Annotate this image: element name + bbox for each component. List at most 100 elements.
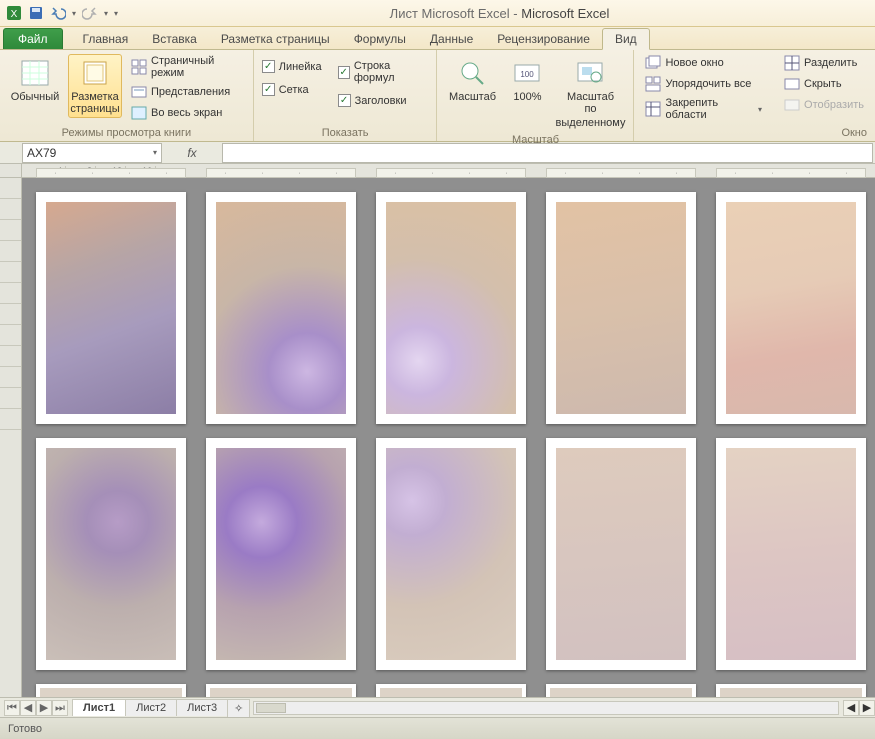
page-ruler: ···· bbox=[716, 168, 866, 178]
name-box-value: AX79 bbox=[27, 146, 56, 160]
page-thumb[interactable] bbox=[36, 438, 186, 670]
excel-app-icon: X bbox=[6, 5, 22, 21]
arrange-label: Упорядочить все bbox=[665, 78, 751, 90]
undo-dropdown-icon[interactable]: ▾ bbox=[72, 9, 76, 18]
scroll-left-button[interactable]: ◀ bbox=[843, 700, 859, 716]
nav-next-button[interactable]: ▶ bbox=[36, 700, 52, 716]
page-thumb[interactable] bbox=[206, 684, 356, 697]
page-layout-button[interactable]: Разметка страницы bbox=[68, 54, 122, 118]
formula-input[interactable] bbox=[222, 143, 873, 163]
hundred-icon: 100 bbox=[511, 57, 543, 89]
page-thumb[interactable] bbox=[546, 438, 696, 670]
full-screen-button[interactable]: Во весь экран bbox=[128, 104, 245, 122]
zoom-button[interactable]: Масштаб bbox=[445, 54, 499, 106]
scroll-right-button[interactable]: ▶ bbox=[859, 700, 875, 716]
group-show-label: Показать bbox=[262, 125, 429, 139]
custom-views-label: Представления bbox=[151, 86, 230, 98]
new-sheet-button[interactable]: ✧ bbox=[227, 699, 250, 717]
nav-first-button[interactable]: ⏮ bbox=[4, 700, 20, 716]
chevron-down-icon[interactable]: ▾ bbox=[153, 148, 157, 157]
qat-customize-icon[interactable]: ▾ bbox=[114, 9, 118, 18]
page-image bbox=[386, 202, 516, 414]
page-thumb[interactable] bbox=[36, 192, 186, 424]
undo-icon[interactable] bbox=[50, 5, 66, 21]
page-ruler: ···· bbox=[36, 168, 186, 178]
normal-view-icon bbox=[19, 57, 51, 89]
page-thumb[interactable] bbox=[206, 192, 356, 424]
title-sep: - bbox=[510, 6, 522, 21]
ruler-label: Линейка bbox=[279, 61, 322, 73]
tab-insert[interactable]: Вставка bbox=[140, 29, 209, 49]
page-break-preview-button[interactable]: Страничный режим bbox=[128, 54, 245, 80]
tab-home[interactable]: Главная bbox=[71, 29, 141, 49]
tab-page-layout[interactable]: Разметка страницы bbox=[209, 29, 342, 49]
page-thumb[interactable] bbox=[716, 684, 866, 697]
zoom-100-button[interactable]: 100 100% bbox=[505, 54, 549, 106]
zoom-sel-label1: Масштаб по bbox=[560, 91, 620, 115]
row-ruler bbox=[0, 178, 22, 697]
select-all-corner[interactable] bbox=[0, 164, 22, 178]
formula-bar-label: Строка формул bbox=[354, 60, 429, 84]
custom-views-button[interactable]: Представления bbox=[128, 83, 245, 101]
gridlines-checkbox[interactable]: ✓Сетка bbox=[262, 81, 322, 98]
hide-button[interactable]: Скрыть bbox=[781, 75, 867, 93]
page-thumb[interactable] bbox=[546, 192, 696, 424]
group-window: Новое окно Упорядочить все Закрепить обл… bbox=[634, 50, 875, 141]
page-thumb[interactable] bbox=[716, 192, 866, 424]
zoom-selection-button[interactable]: Масштаб по выделенному bbox=[555, 54, 625, 132]
horizontal-scrollbar[interactable] bbox=[253, 701, 839, 715]
tab-review[interactable]: Рецензирование bbox=[485, 29, 602, 49]
scrollbar-thumb[interactable] bbox=[256, 703, 286, 713]
page-thumb[interactable] bbox=[376, 684, 526, 697]
fx-icon[interactable]: fx bbox=[181, 146, 203, 160]
worksheet-area: 4 8 12 16 ···· ···· ···· ···· ···· bbox=[0, 164, 875, 697]
freeze-panes-button[interactable]: Закрепить области ▾ bbox=[642, 96, 765, 122]
unhide-label: Отобразить bbox=[804, 99, 864, 111]
sheet-tab[interactable]: Лист1 bbox=[72, 699, 126, 716]
group-workbook-views: Обычный Разметка страницы Страничный реж… bbox=[0, 50, 254, 141]
group-views-label: Режимы просмотра книги bbox=[8, 125, 245, 139]
freeze-label: Закрепить области bbox=[665, 97, 754, 121]
nav-prev-button[interactable]: ◀ bbox=[20, 700, 36, 716]
new-window-icon bbox=[645, 55, 661, 71]
new-window-button[interactable]: Новое окно bbox=[642, 54, 765, 72]
name-box[interactable]: AX79 ▾ bbox=[22, 143, 162, 163]
split-button[interactable]: Разделить bbox=[781, 54, 867, 72]
headings-checkbox[interactable]: ✓Заголовки bbox=[338, 92, 429, 109]
sheet-tab[interactable]: Лист2 bbox=[125, 699, 177, 716]
save-icon[interactable] bbox=[28, 5, 44, 21]
tab-view[interactable]: Вид bbox=[602, 28, 650, 50]
page-ruler: ···· bbox=[376, 168, 526, 178]
tab-data[interactable]: Данные bbox=[418, 29, 485, 49]
normal-view-label: Обычный bbox=[11, 91, 60, 103]
page-layout-surface[interactable] bbox=[22, 178, 875, 697]
page-row bbox=[36, 438, 875, 670]
ruler-checkbox[interactable]: ✓Линейка bbox=[262, 58, 322, 75]
zoom-selection-icon bbox=[574, 57, 606, 89]
arrange-all-button[interactable]: Упорядочить все bbox=[642, 75, 765, 93]
page-thumb[interactable] bbox=[376, 192, 526, 424]
svg-text:X: X bbox=[11, 9, 18, 20]
new-window-label: Новое окно bbox=[665, 57, 723, 69]
normal-view-button[interactable]: Обычный bbox=[8, 54, 62, 106]
page-thumb[interactable] bbox=[546, 684, 696, 697]
check-icon: ✓ bbox=[262, 83, 275, 96]
nav-last-button[interactable]: ⏭ bbox=[52, 700, 68, 716]
page-thumb[interactable] bbox=[716, 438, 866, 670]
redo-dropdown-icon[interactable]: ▾ bbox=[104, 9, 108, 18]
unhide-button[interactable]: Отобразить bbox=[781, 96, 867, 114]
full-screen-label: Во весь экран bbox=[151, 107, 222, 119]
page-thumb[interactable] bbox=[206, 438, 356, 670]
zoom-100-label: 100% bbox=[513, 91, 541, 103]
split-label: Разделить bbox=[804, 57, 857, 69]
sheet-tab[interactable]: Лист3 bbox=[176, 699, 228, 716]
file-tab[interactable]: Файл bbox=[3, 28, 63, 49]
page-image bbox=[720, 688, 862, 697]
magnifier-icon bbox=[456, 57, 488, 89]
page-thumb[interactable] bbox=[36, 684, 186, 697]
page-thumb[interactable] bbox=[376, 438, 526, 670]
tab-formulas[interactable]: Формулы bbox=[342, 29, 418, 49]
page-image bbox=[556, 202, 686, 414]
formula-bar-checkbox[interactable]: ✓Строка формул bbox=[338, 58, 429, 86]
redo-icon[interactable] bbox=[82, 5, 98, 21]
